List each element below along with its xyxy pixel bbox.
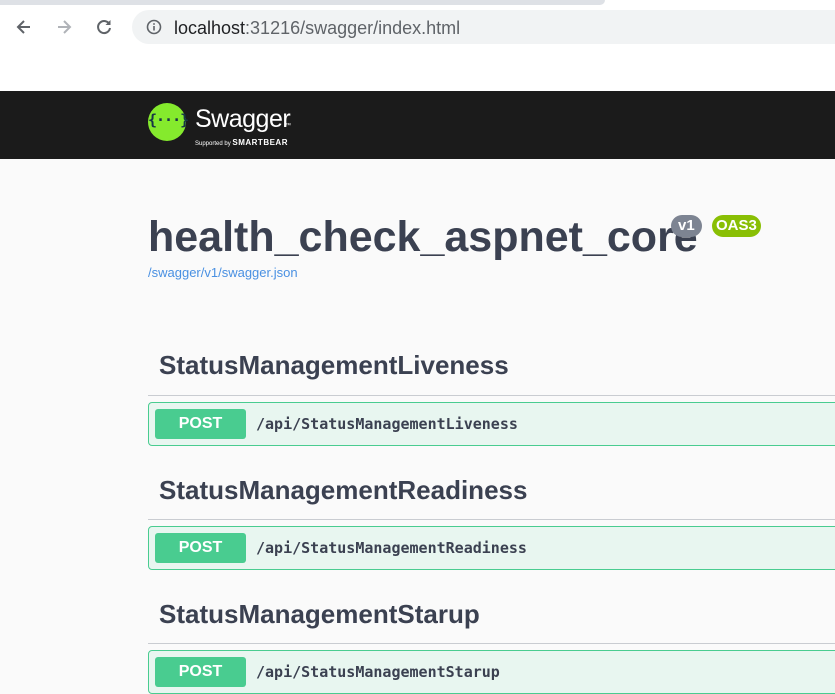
info-icon[interactable] bbox=[146, 19, 162, 35]
operation-post-readiness[interactable]: POST /api/StatusManagementReadiness bbox=[148, 526, 835, 570]
method-badge: POST bbox=[155, 533, 246, 563]
smartbear-label: SMARTBEAR bbox=[232, 138, 288, 147]
method-badge: POST bbox=[155, 657, 246, 687]
swagger-brand[interactable]: Swagger bbox=[195, 105, 291, 134]
section-header-starup[interactable]: StatusManagementStarup bbox=[148, 588, 835, 644]
operation-post-liveness[interactable]: POST /api/StatusManagementLiveness bbox=[148, 402, 835, 446]
back-icon bbox=[16, 20, 30, 34]
forward-icon bbox=[58, 20, 72, 34]
operation-path: /api/StatusManagementReadiness bbox=[256, 539, 527, 557]
oas-badge: OAS3 bbox=[712, 215, 761, 237]
back-button[interactable] bbox=[11, 14, 37, 40]
section-title: StatusManagementReadiness bbox=[159, 475, 528, 505]
section-header-readiness[interactable]: StatusManagementReadiness bbox=[148, 464, 835, 520]
swagger-topbar: {···} Swagger ™ Supported by SMARTBEAR bbox=[0, 91, 835, 159]
swagger-logo-icon[interactable]: {···} bbox=[148, 103, 189, 141]
url-host: localhost bbox=[174, 18, 246, 38]
url-path: :31216/swagger/index.html bbox=[245, 18, 461, 38]
operation-path: /api/StatusManagementStarup bbox=[256, 663, 500, 681]
version-badge: v1 bbox=[671, 215, 702, 237]
supported-by-label: Supported by bbox=[195, 141, 231, 147]
reload-icon bbox=[97, 20, 111, 35]
url-text[interactable]: localhost:31216/swagger/index.html bbox=[174, 18, 460, 38]
section-title: StatusManagementStarup bbox=[159, 599, 480, 629]
operation-post-starup[interactable]: POST /api/StatusManagementStarup bbox=[148, 650, 835, 694]
browser-chrome: localhost:31216/swagger/index.html bbox=[0, 0, 835, 91]
logo-glyph: {···} bbox=[148, 111, 189, 129]
api-title: health_check_aspnet_core bbox=[148, 213, 698, 261]
reload-button[interactable] bbox=[91, 14, 117, 40]
section-header-liveness[interactable]: StatusManagementLiveness bbox=[148, 339, 835, 396]
tab-strip bbox=[0, 0, 605, 5]
section-title: StatusManagementLiveness bbox=[159, 350, 509, 380]
method-badge: POST bbox=[155, 409, 246, 439]
forward-button[interactable] bbox=[51, 14, 77, 40]
address-bar[interactable]: localhost:31216/swagger/index.html bbox=[132, 10, 835, 44]
trademark-mark: ™ bbox=[285, 123, 291, 129]
operation-path: /api/StatusManagementLiveness bbox=[256, 415, 518, 433]
supported-by-text: Supported by SMARTBEAR bbox=[195, 138, 288, 147]
spec-json-link[interactable]: /swagger/v1/swagger.json bbox=[148, 265, 298, 280]
